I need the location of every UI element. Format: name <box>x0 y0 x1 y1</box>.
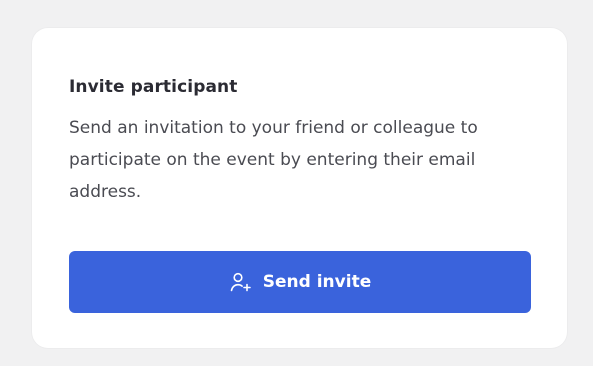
card-title: Invite participant <box>69 77 238 97</box>
add-user-icon <box>229 270 253 294</box>
send-invite-button[interactable]: Send invite <box>69 251 531 313</box>
invite-participant-card: Invite participant Send an invitation to… <box>32 28 567 348</box>
send-invite-label: Send invite <box>262 272 372 292</box>
card-description: Send an invitation to your friend or col… <box>69 118 478 202</box>
